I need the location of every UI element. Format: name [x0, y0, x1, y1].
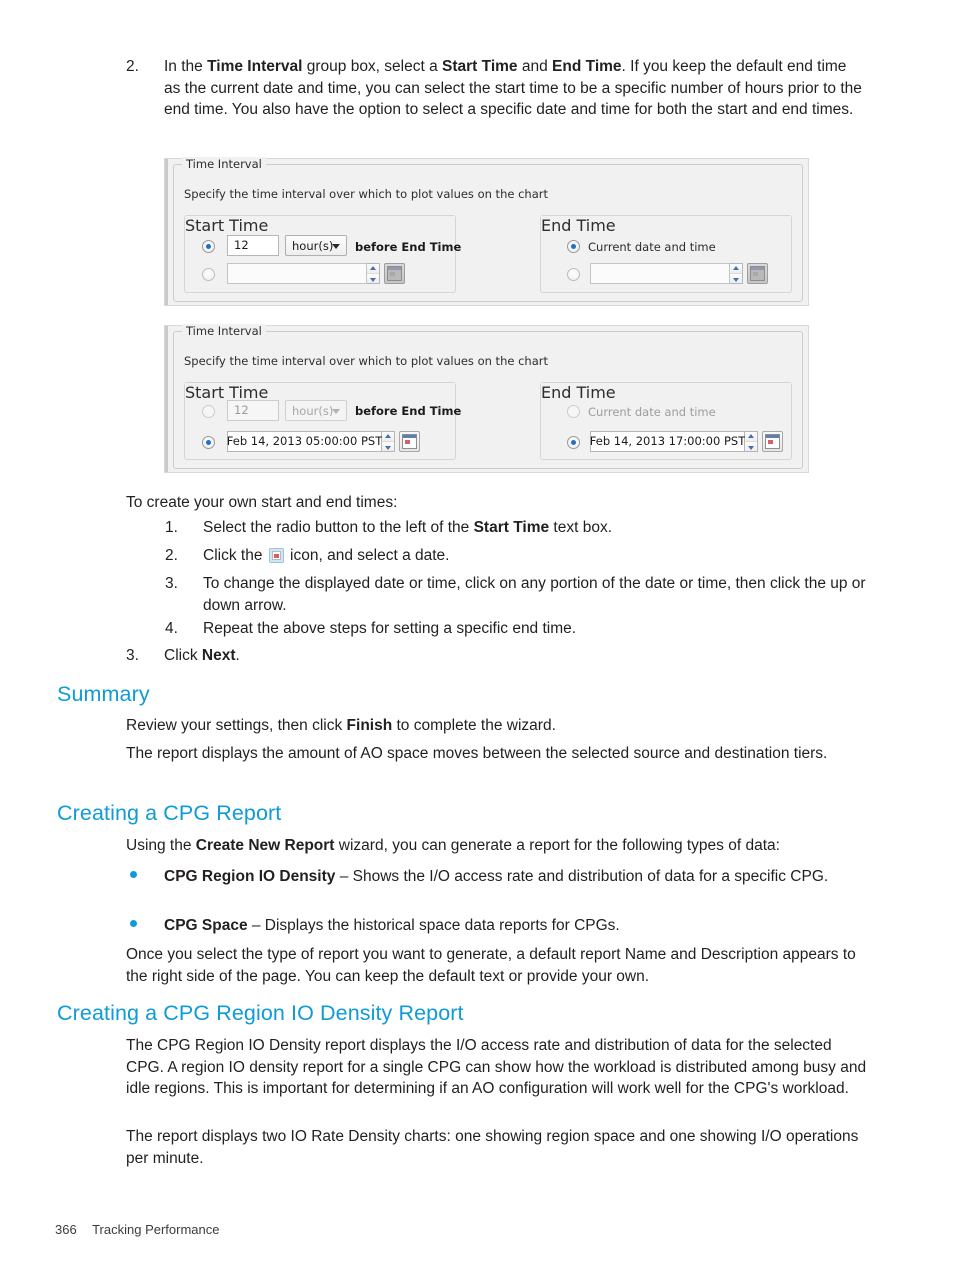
end-time-absolute-radio[interactable] — [567, 436, 580, 449]
time-interval-group-title: Time Interval — [182, 157, 266, 171]
end-time-group-title: End Time — [541, 383, 791, 402]
time-interval-group-title: Time Interval — [182, 324, 266, 338]
step-3: 3. Click Next. — [126, 645, 866, 667]
dialog-left-edge — [165, 326, 168, 472]
calendar-icon — [402, 434, 417, 449]
sub-step-4-number: 4. — [165, 620, 178, 637]
sub-step-1: 1. Select the radio button to the left o… — [165, 517, 875, 539]
sub-step-1-number: 1. — [165, 519, 178, 536]
start-time-absolute-radio[interactable] — [202, 436, 215, 449]
stepper-up-arrow[interactable] — [730, 264, 742, 274]
footer-section-title: Tracking Performance — [92, 1222, 220, 1237]
time-interval-caption: Specify the time interval over which to … — [184, 354, 548, 368]
cpg-report-intro: Using the Create New Report wizard, you … — [126, 837, 780, 854]
sub-step-1-text: Select the radio button to the left of t… — [203, 519, 613, 536]
end-time-absolute-radio[interactable] — [567, 268, 580, 281]
bullet-icon — [126, 866, 164, 888]
step-3-text: Click Next. — [164, 647, 240, 664]
start-time-hours-input[interactable]: 12 — [227, 400, 279, 421]
start-time-group-title: Start Time — [185, 216, 455, 235]
step-2-text: In the Time Interval group box, select a… — [164, 58, 862, 118]
document-page: 2. In the Time Interval group box, selec… — [0, 0, 954, 1271]
step-2-number: 2. — [126, 58, 139, 75]
end-time-group-title: End Time — [541, 216, 791, 235]
sub-step-2-text: Click the icon, and select a date. — [203, 547, 450, 564]
cpg-density-para-1: The CPG Region IO Density report display… — [126, 1037, 867, 1097]
sub-step-4: 4. Repeat the above steps for setting a … — [165, 618, 875, 640]
heading-summary: Summary — [57, 682, 150, 706]
start-time-suffix-label: before End Time — [355, 404, 462, 418]
start-time-relative-radio[interactable] — [202, 240, 215, 253]
start-time-unit-value: hour(s) — [292, 238, 334, 253]
end-time-calendar-button[interactable] — [747, 263, 768, 284]
list-item: CPG Region IO Density – Shows the I/O ac… — [126, 866, 871, 888]
end-time-current-label: Current date and time — [588, 240, 716, 254]
stepper-up-arrow[interactable] — [745, 432, 757, 442]
calendar-icon — [387, 266, 402, 281]
summary-para-1: Review your settings, then click Finish … — [126, 717, 556, 734]
start-time-date-input[interactable] — [227, 263, 367, 284]
start-time-calendar-button[interactable] — [384, 263, 405, 284]
bullet-1-text: CPG Region IO Density – Shows the I/O ac… — [164, 868, 829, 885]
start-time-suffix-label: before End Time — [355, 240, 462, 254]
page-footer: 366 Tracking Performance — [55, 1222, 220, 1237]
start-time-unit-select[interactable]: hour(s) — [285, 235, 347, 256]
start-time-date-stepper[interactable] — [367, 263, 380, 284]
list-item: CPG Space – Displays the historical spac… — [126, 915, 871, 937]
start-time-date-input[interactable]: Feb 14, 2013 05:00:00 PST — [227, 431, 382, 452]
bullet-icon — [126, 915, 164, 937]
sub-step-2: 2. Click the icon, and select a date. — [165, 545, 875, 567]
start-time-calendar-button[interactable] — [399, 431, 420, 452]
chevron-down-icon — [332, 408, 340, 414]
heading-creating-cpg-report: Creating a CPG Report — [57, 801, 282, 825]
sub-step-3: 3. To change the displayed date or time,… — [165, 573, 875, 616]
sub-step-3-number: 3. — [165, 575, 178, 592]
dialog-left-edge — [165, 159, 168, 305]
stepper-down-arrow[interactable] — [367, 274, 379, 283]
stepper-down-arrow[interactable] — [745, 442, 757, 451]
sub-step-3-text: To change the displayed date or time, cl… — [203, 575, 866, 614]
bullet-2-text: CPG Space – Displays the historical spac… — [164, 917, 620, 934]
stepper-down-arrow[interactable] — [730, 274, 742, 283]
start-time-hours-input[interactable]: 12 — [227, 235, 279, 256]
end-time-current-radio[interactable] — [567, 405, 580, 418]
footer-page-number: 366 — [55, 1222, 77, 1237]
sub-step-2-number: 2. — [165, 547, 178, 564]
start-time-relative-radio[interactable] — [202, 405, 215, 418]
step-3-number: 3. — [126, 647, 139, 664]
calendar-icon — [268, 548, 284, 563]
end-time-date-stepper[interactable] — [745, 431, 758, 452]
stepper-down-arrow[interactable] — [382, 442, 394, 451]
stepper-up-arrow[interactable] — [367, 264, 379, 274]
end-time-date-input[interactable] — [590, 263, 730, 284]
cpg-report-outro: Once you select the type of report you w… — [126, 946, 856, 985]
end-time-current-label: Current date and time — [588, 405, 716, 419]
time-interval-dialog-custom: Time Interval Specify the time interval … — [164, 324, 809, 473]
create-own-times-intro: To create your own start and end times: — [126, 494, 398, 511]
end-time-date-input[interactable]: Feb 14, 2013 17:00:00 PST — [590, 431, 745, 452]
sub-step-4-text: Repeat the above steps for setting a spe… — [203, 620, 577, 637]
start-time-unit-value: hour(s) — [292, 403, 334, 418]
end-time-current-radio[interactable] — [567, 240, 580, 253]
chevron-down-icon — [332, 243, 340, 249]
time-interval-dialog-default: Time Interval Specify the time interval … — [164, 157, 809, 306]
start-time-absolute-radio[interactable] — [202, 268, 215, 281]
time-interval-caption: Specify the time interval over which to … — [184, 187, 548, 201]
start-time-date-stepper[interactable] — [382, 431, 395, 452]
heading-creating-cpg-region-io-density-report: Creating a CPG Region IO Density Report — [57, 1001, 464, 1025]
end-time-calendar-button[interactable] — [762, 431, 783, 452]
calendar-icon — [750, 266, 765, 281]
step-2: 2. In the Time Interval group box, selec… — [126, 56, 866, 121]
end-time-date-stepper[interactable] — [730, 263, 743, 284]
start-time-unit-select[interactable]: hour(s) — [285, 400, 347, 421]
calendar-icon — [765, 434, 780, 449]
cpg-density-para-2: The report displays two IO Rate Density … — [126, 1128, 859, 1167]
summary-para-2: The report displays the amount of AO spa… — [126, 745, 828, 762]
stepper-up-arrow[interactable] — [382, 432, 394, 442]
